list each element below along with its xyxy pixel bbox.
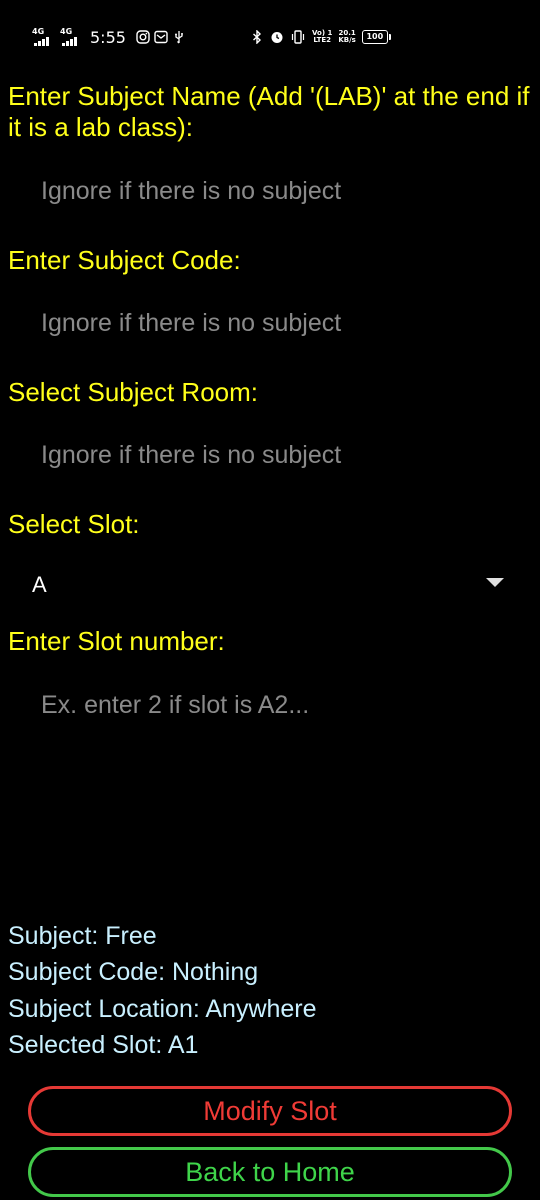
summary-subject-location: Subject Location: Anywhere (8, 994, 317, 1023)
volte-indicator: Vo) 1 LTE2 (312, 30, 332, 44)
network-speed-unit: KB/s (338, 36, 356, 44)
chevron-down-icon (486, 578, 504, 587)
volte-line2: LTE2 (313, 36, 332, 44)
battery-level: 100 (366, 32, 384, 41)
mail-icon (154, 30, 168, 44)
status-time: 5:55 (90, 27, 126, 47)
slot-number-input[interactable] (8, 681, 532, 729)
subject-code-label: Enter Subject Code: (8, 245, 241, 275)
summary-subject: Subject: Free (8, 922, 157, 950)
bluetooth-icon (253, 30, 262, 44)
alarm-icon (271, 32, 283, 43)
slot-label: Select Slot: (8, 509, 140, 539)
sim1-signal-icon: 4G (32, 27, 56, 46)
sim2-signal-icon: 4G (60, 27, 84, 46)
usb-icon (174, 31, 183, 44)
sim2-network-type: 4G (60, 27, 73, 36)
subject-name-label: Enter Subject Name (Add '(LAB)' at the e… (8, 81, 530, 142)
status-bar-right: Vo) 1 LTE2 20.1 KB/s 100 (250, 24, 391, 50)
slot-number-label: Enter Slot number: (8, 626, 225, 656)
status-bar: 4G 4G 5:55 Vo) 1 LTE2 20.1 KB/s 100 (0, 24, 540, 50)
summary-subject-code: Subject Code: Nothing (8, 958, 259, 987)
back-to-home-button[interactable]: Back to Home (28, 1147, 512, 1197)
status-bar-left: 4G 4G 5:55 (32, 24, 186, 50)
sim1-network-type: 4G (32, 27, 45, 36)
subject-room-input[interactable] (8, 431, 532, 479)
slot-selected-value: A (32, 572, 47, 597)
subject-name-input[interactable] (8, 167, 532, 215)
slot-summary: Subject: Free Subject Code: Nothing Subj… (8, 918, 532, 1063)
summary-selected-slot: Selected Slot: A1 (8, 1030, 199, 1059)
vibrate-icon (291, 30, 305, 44)
network-speed: 20.1 KB/s (338, 30, 355, 44)
subject-code-input[interactable] (8, 299, 532, 347)
slot-dropdown[interactable]: A (8, 562, 532, 608)
battery-icon: 100 (361, 30, 391, 44)
subject-room-label: Select Subject Room: (8, 377, 259, 407)
instagram-icon (136, 30, 150, 44)
modify-slot-button[interactable]: Modify Slot (28, 1086, 512, 1136)
